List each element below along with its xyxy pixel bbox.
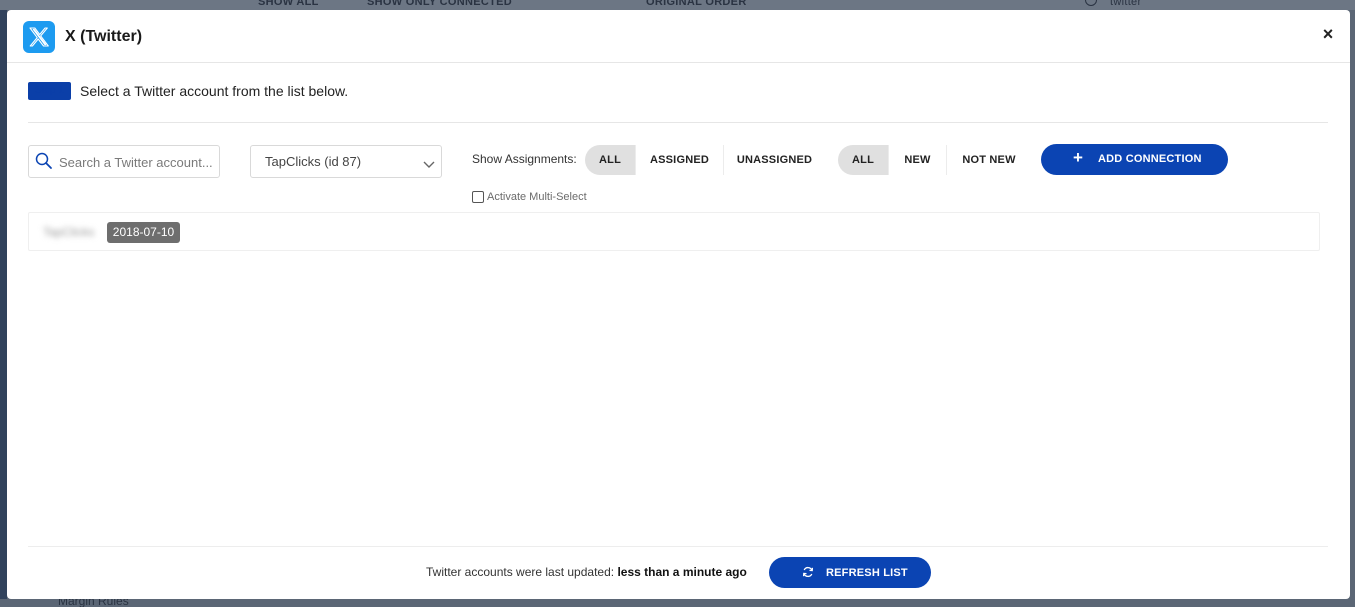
bg-search-value: twitter	[1110, 0, 1142, 8]
background-sidebar	[0, 0, 7, 607]
multi-select-label: Activate Multi-Select	[487, 191, 587, 203]
last-updated-value: less than a minute ago	[617, 565, 747, 579]
refresh-list-label: REFRESH LIST	[826, 567, 908, 579]
last-updated-prefix: Twitter accounts were last updated:	[426, 565, 615, 579]
multi-select-toggle[interactable]: Activate Multi-Select	[472, 190, 587, 204]
new-all-button[interactable]: ALL	[838, 145, 888, 175]
step-badge: Step 1	[28, 82, 71, 100]
assignment-assigned-button[interactable]: ASSIGNED	[636, 145, 723, 175]
assignments-label: Show Assignments:	[472, 152, 577, 166]
refresh-list-button[interactable]: REFRESH LIST	[769, 557, 931, 588]
modal-title: X (Twitter)	[65, 28, 143, 45]
add-connection-button[interactable]: + ADD CONNECTION	[1041, 144, 1228, 175]
step-text: Select a Twitter account from the list b…	[80, 83, 349, 99]
bg-tab-original-order: ORIGINAL ORDER	[646, 0, 747, 8]
assignment-all-button[interactable]: ALL	[585, 145, 635, 175]
modal-header: X (Twitter) ×	[7, 10, 1350, 63]
account-search[interactable]	[28, 145, 220, 178]
client-select-value: TapClicks (id 87)	[265, 154, 362, 169]
new-button[interactable]: NEW	[889, 145, 946, 175]
x-logo-icon	[23, 21, 55, 53]
multi-select-checkbox[interactable]	[472, 191, 484, 203]
bg-tab-show-all: SHOW ALL	[258, 0, 319, 8]
close-button[interactable]: ×	[1320, 25, 1336, 43]
search-input[interactable]	[59, 153, 215, 171]
assignment-unassigned-button[interactable]: UNASSIGNED	[724, 145, 825, 175]
date-badge: 2018-07-10	[107, 222, 180, 243]
bg-search-icon	[1085, 0, 1097, 6]
footer-divider	[28, 546, 1328, 547]
account-name: TapClicks	[43, 225, 95, 239]
new-filter: ALL NEW NOT NEW	[838, 145, 1031, 175]
bg-tab-show-connected: SHOW ONLY CONNECTED	[367, 0, 513, 8]
last-updated-text: Twitter accounts were last updated: less…	[426, 565, 747, 579]
connection-modal: X (Twitter) × Step 1 Select a Twitter ac…	[7, 10, 1350, 599]
plus-icon: +	[1073, 148, 1084, 167]
list-item[interactable]: TapClicks 2018-07-10	[28, 212, 1320, 251]
add-connection-label: ADD CONNECTION	[1098, 153, 1202, 165]
divider	[28, 122, 1328, 123]
background-toolbar: SHOW ALL SHOW ONLY CONNECTED ORIGINAL OR…	[0, 0, 1355, 10]
chevron-down-icon	[423, 156, 435, 174]
background-footer: Margin Rules	[0, 594, 1355, 607]
search-icon	[35, 152, 53, 175]
refresh-icon	[802, 566, 814, 581]
assignment-filter: ALL ASSIGNED UNASSIGNED	[585, 145, 825, 175]
not-new-button[interactable]: NOT NEW	[947, 145, 1031, 175]
client-select[interactable]: TapClicks (id 87)	[250, 145, 442, 178]
